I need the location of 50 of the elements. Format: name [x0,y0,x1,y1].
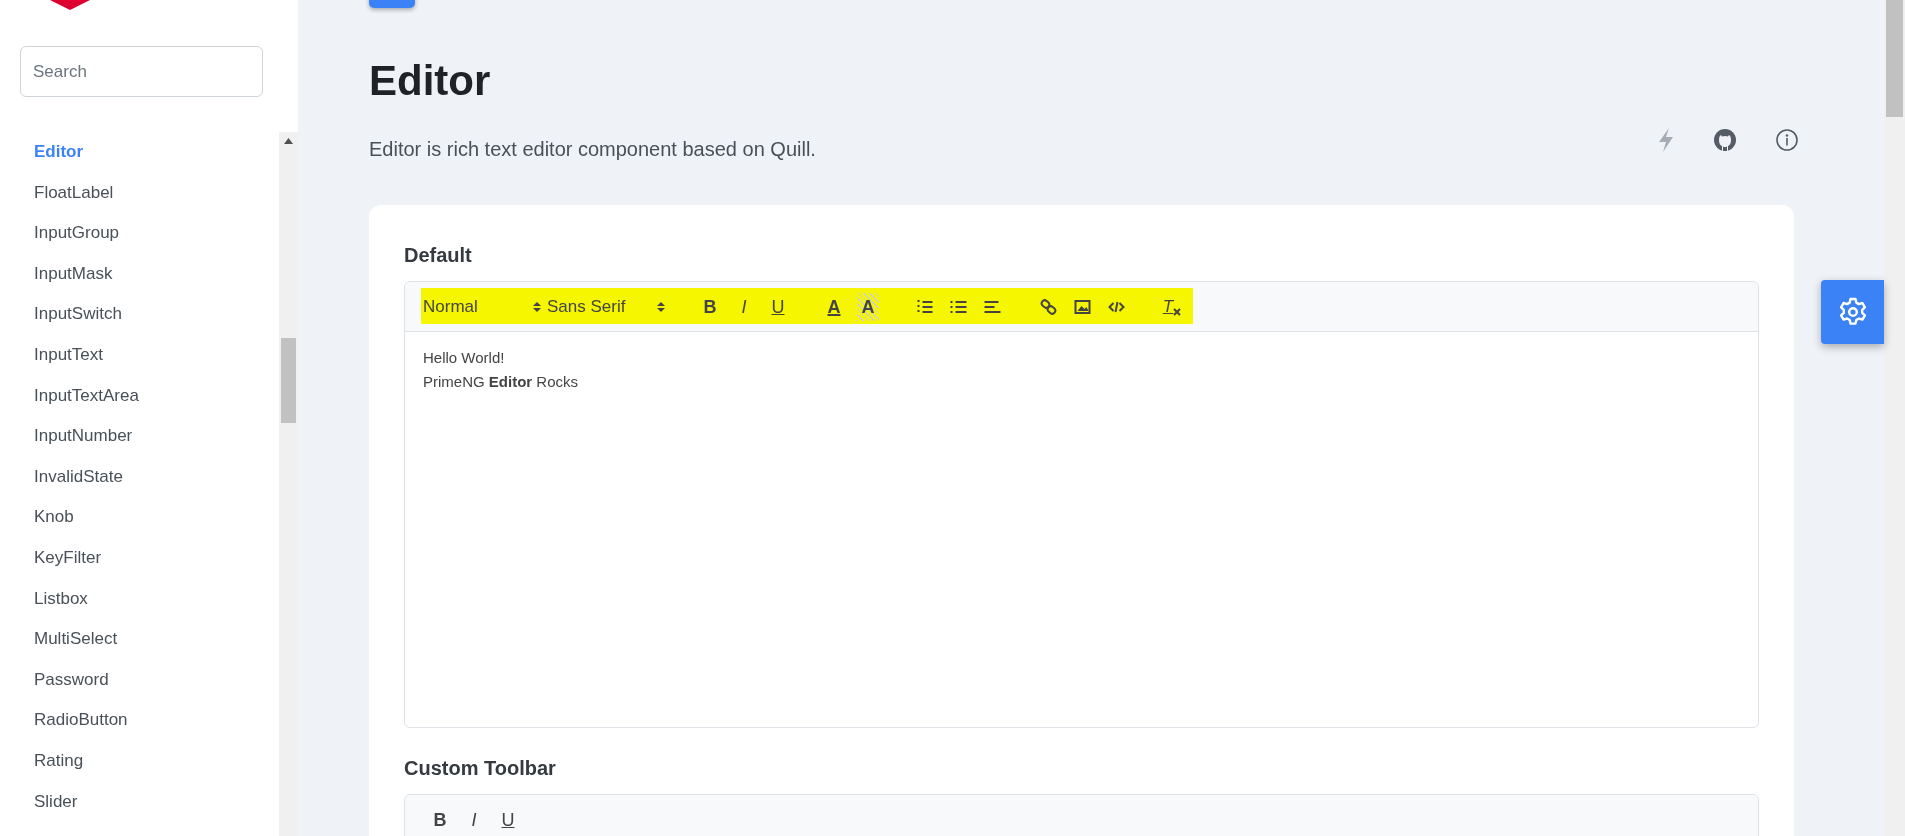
sidebar-item[interactable]: RadioButton [34,700,279,741]
editor-content[interactable]: Hello World! PrimeNG Editor Rocks [405,332,1758,728]
scrollbar-thumb[interactable] [281,338,296,423]
bold-button[interactable]: B [693,292,727,321]
info-icon[interactable] [1776,129,1798,151]
page-description: Editor is rich text editor component based on Quill. [369,137,816,163]
underline-button[interactable]: U [491,805,525,834]
italic-button[interactable]: I [727,292,761,321]
sidebar-item[interactable]: InputGroup [34,213,279,254]
sidebar-item[interactable]: InputMask [34,253,279,295]
image-icon [1073,298,1091,315]
github-icon[interactable] [1714,129,1736,151]
text-color-button[interactable]: A [817,292,851,321]
scrollbar[interactable] [279,132,298,836]
search-field[interactable]: Search [20,46,263,97]
bullet-list-icon [949,298,967,315]
sidebar-item[interactable]: InvalidState [34,456,279,498]
page-title: Editor [369,58,492,105]
numbered-list-icon [915,298,933,315]
sort-arrows-icon [657,300,665,313]
clear-format-button[interactable]: T [1155,292,1189,321]
scroll-up-arrow-icon[interactable] [284,138,293,144]
sidebar-item[interactable]: Rating [34,740,279,782]
sidebar-item[interactable]: Listbox [34,578,279,620]
sidebar-item[interactable]: InputSwitch [34,294,279,335]
sidebar-item[interactable]: Editor [34,132,279,173]
bold-button[interactable]: B [423,805,457,834]
sort-arrows-icon [533,300,541,313]
section-title: Default [404,243,473,268]
link-icon [1039,298,1057,315]
settings-button[interactable] [1821,280,1884,344]
sidebar-item[interactable]: Knob [34,497,279,538]
underline-button[interactable]: U [761,292,795,321]
sidebar-item[interactable]: MultiSelect [34,619,279,660]
scrollbar[interactable] [1884,0,1905,836]
sidebar-item[interactable]: InputNumber [34,416,279,457]
sidebar-item[interactable]: Slider [34,781,279,823]
dropdown[interactable]: Sans Serif [547,292,665,321]
sidebar-item[interactable]: InputTextArea [34,375,279,417]
sidebar-item[interactable]: Password [34,659,279,701]
italic-button[interactable]: I [457,805,491,834]
cross-icon [1173,307,1182,316]
sidebar-item[interactable]: KeyFilter [34,537,279,579]
sidebar-item[interactable]: FloatLabel [34,172,279,214]
scrollbar-thumb[interactable] [1886,0,1903,117]
settings-icon [1837,297,1868,327]
align-left-icon [983,298,1001,315]
section-title: Custom Toolbar [404,756,557,781]
dropdown[interactable]: Normal [423,292,541,321]
sidebar-item[interactable]: InputText [34,334,279,376]
